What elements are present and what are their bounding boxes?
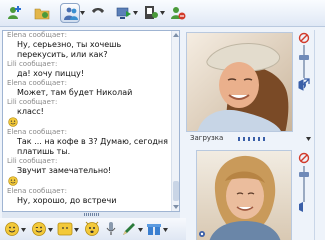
chat-message: Elena сообщает: Может, там будет Николай: [3, 79, 173, 98]
message-list: Elena сообщает: Ну, серьезно, ты хочешь пе…: [3, 31, 173, 206]
message-sender: Elena сообщает:: [7, 187, 67, 195]
message-sender: Elena сообщает:: [7, 79, 67, 87]
chat-message: Elena сообщает: Ну, серьезно, ты хочешь пе…: [3, 31, 173, 60]
input-toolbar: [0, 218, 186, 240]
add-contact-button[interactable]: [4, 3, 24, 23]
phone-icon: [92, 8, 104, 13]
message-text: Так ... на кофе в 3? Думаю, сегодня: [17, 137, 168, 146]
self-volume-controls: [296, 152, 312, 240]
self-video-image: [197, 151, 291, 240]
message-sender: Elena сообщает:: [7, 128, 67, 136]
video-options-dropdown-icon[interactable]: [306, 137, 311, 141]
games-button[interactable]: [141, 3, 161, 23]
message-text: Звучит замечательно!: [17, 166, 112, 175]
block-button[interactable]: [168, 3, 188, 23]
chat-message: Elena сообщает: Ну, хорошо, до встречи: [3, 187, 173, 206]
chat-message: Lili сообщает: класс!: [3, 98, 173, 117]
emoticon-icon[interactable]: [4, 221, 20, 237]
share-screen-icon: [116, 7, 131, 19]
block-icon: [171, 7, 186, 20]
message-sender: Lili сообщает:: [7, 157, 58, 165]
window-right-edge: [314, 30, 325, 240]
games-icon: [145, 6, 158, 19]
emoticon-dropdown-icon[interactable]: [21, 228, 26, 232]
toolbar: [0, 0, 325, 27]
wink-dropdown-icon[interactable]: [48, 228, 53, 232]
loading-progress-dots: [238, 137, 268, 141]
add-contact-icon: [8, 6, 21, 19]
share-screen-dropdown-icon[interactable]: [133, 11, 138, 15]
chat-message: Lili сообщает: да! хочу пиццу!: [3, 60, 173, 79]
chat-message: Lili сообщает: Звучит замечательно!: [3, 157, 173, 176]
expand-video-icon[interactable]: [300, 78, 310, 88]
message-text: перекусить, или как?: [17, 50, 108, 59]
message-text: да! хочу пиццу!: [17, 69, 85, 78]
volume-slider-thumb: [299, 55, 309, 60]
webcam-settings-icon[interactable]: [198, 230, 206, 238]
handwriting-icon[interactable]: [121, 221, 137, 237]
message-text: Ну, хорошо, до встречи: [17, 196, 117, 205]
video-call-dropdown-icon[interactable]: [80, 11, 85, 15]
games-dropdown-icon[interactable]: [160, 11, 165, 15]
chat-transcript[interactable]: Elena сообщает: Ну, серьезно, ты хочешь пе…: [2, 30, 180, 212]
phone-button[interactable]: [88, 3, 108, 23]
send-gift-dropdown-icon[interactable]: [163, 228, 168, 232]
send-file-button[interactable]: [32, 3, 52, 23]
scroll-thumb[interactable]: [173, 181, 179, 201]
self-volume-graphic: [298, 152, 310, 212]
share-screen-button[interactable]: [114, 3, 134, 23]
smiley-icon: [8, 176, 18, 186]
message-sender: Elena сообщает:: [7, 31, 67, 39]
send-gift-icon[interactable]: [146, 221, 162, 237]
splitter-grip[interactable]: [84, 213, 100, 216]
self-video[interactable]: [196, 150, 292, 240]
scroll-up-icon[interactable]: [173, 32, 179, 38]
background-icon[interactable]: [57, 221, 73, 237]
video-status-label: Загрузка: [190, 134, 224, 142]
chat-message: [3, 117, 173, 128]
message-emoticon: [3, 117, 173, 128]
message-text: Может, там будет Николай: [17, 88, 133, 97]
chat-scrollbar[interactable]: [171, 31, 179, 211]
remote-video[interactable]: [186, 32, 293, 132]
message-emoticon: [3, 176, 173, 187]
message-text: Ну, серьезно, ты хочешь: [17, 40, 122, 49]
background-dropdown-icon[interactable]: [74, 228, 79, 232]
video-call-icon: [64, 7, 78, 20]
message-sender: Lili сообщает:: [7, 60, 58, 68]
message-sender: Lili сообщает:: [7, 98, 58, 106]
video-call-button[interactable]: [60, 3, 80, 23]
voice-clip-icon[interactable]: [103, 221, 119, 237]
video-status-row: Загрузка: [186, 133, 314, 145]
message-text: платишь ты.: [17, 147, 71, 156]
nudge-icon[interactable]: [84, 221, 100, 237]
wink-icon[interactable]: [31, 221, 47, 237]
handwriting-dropdown-icon[interactable]: [138, 228, 143, 232]
chat-message: Elena сообщает: Так ... на кофе в 3? Дума…: [3, 128, 173, 157]
remote-video-image: [187, 33, 292, 131]
message-text: класс!: [17, 107, 44, 116]
scroll-down-icon[interactable]: [173, 204, 179, 210]
smiley-icon: [8, 117, 18, 127]
send-file-icon: [34, 8, 50, 20]
chat-message: [3, 176, 173, 187]
